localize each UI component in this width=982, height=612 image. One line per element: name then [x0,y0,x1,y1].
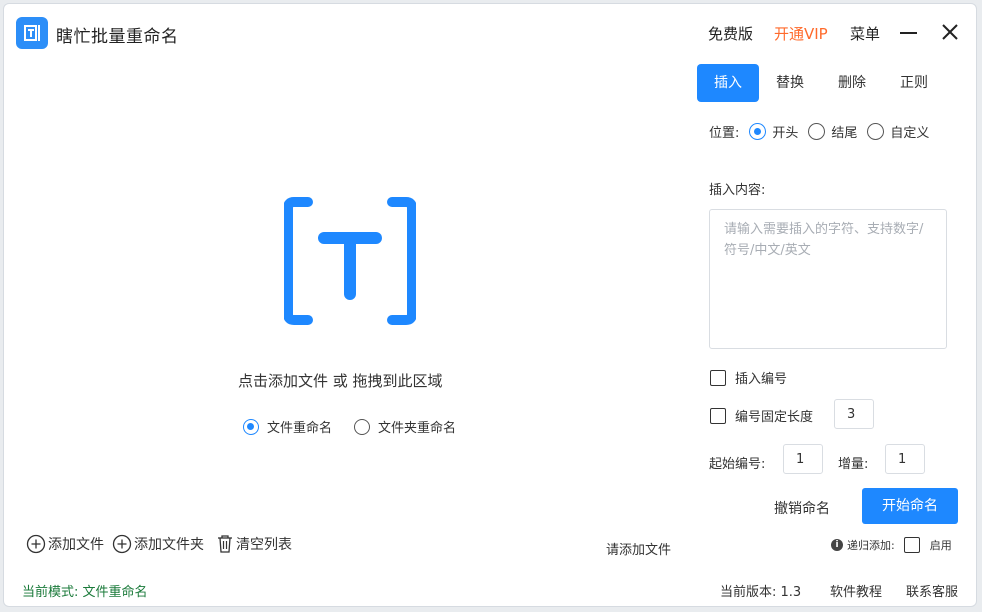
drop-hint[interactable]: 点击添加文件 或 拖拽到此区域 [238,370,443,391]
position-custom-radio[interactable]: 自定义 [867,122,929,141]
radio-unselected-icon [354,418,370,435]
radio-unselected-icon [808,123,826,140]
tab-delete[interactable]: 删除 [821,64,883,102]
minimize-button[interactable] [898,22,920,44]
trash-icon [218,535,232,553]
recursive-add-row: i 递归添加: 启用 [831,537,952,553]
tab-insert[interactable]: 插入 [697,64,759,102]
recursive-add-label: 递归添加: [847,539,895,552]
clear-list-label: 清空列表 [236,537,292,553]
position-end-radio[interactable]: 结尾 [808,122,857,141]
tab-regex[interactable]: 正则 [883,64,945,102]
radio-selected-icon [749,123,767,140]
close-button[interactable] [938,20,962,44]
undo-rename-button[interactable]: 撤销命名 [774,498,830,518]
menu-button[interactable]: 菜单 [850,23,880,44]
status-text: 请添加文件 [606,543,672,558]
radio-unselected-icon [867,123,885,140]
position-start-label: 开头 [772,126,799,141]
recursive-enable-checkbox[interactable] [903,537,920,553]
mode-folder-label: 文件夹重命名 [378,421,457,436]
mode-folder-radio[interactable]: 文件夹重命名 [354,417,456,436]
app-logo-icon [16,17,48,49]
add-folder-label: 添加文件夹 [134,537,204,553]
fixed-length-input[interactable] [834,399,874,429]
radio-selected-icon [243,418,259,435]
mode-file-label: 文件重命名 [267,421,333,436]
tutorial-link[interactable]: 软件教程 [830,581,882,600]
increment-label: 增量: [838,457,869,472]
rename-drop-icon[interactable] [283,194,417,332]
open-vip-link[interactable]: 开通VIP [774,23,828,44]
plus-circle-icon [112,534,132,554]
position-row: 位置: 开头 结尾 自定义 [709,122,929,141]
tab-replace[interactable]: 替换 [759,64,821,102]
add-file-button[interactable]: 添加文件 [26,534,104,554]
position-end-label: 结尾 [831,126,858,141]
position-label: 位置: [709,126,740,141]
position-start-radio[interactable]: 开头 [749,122,798,141]
app-window: 瞎忙批量重命名 免费版 开通VIP 菜单 点击添加文件 或 拖拽到此区域 文件重… [3,3,977,607]
add-file-label: 添加文件 [48,537,104,553]
support-link[interactable]: 联系客服 [906,581,958,600]
checkbox-icon [710,407,726,424]
close-icon [942,24,958,40]
position-custom-label: 自定义 [890,126,930,141]
plus-circle-icon [26,534,46,554]
app-title: 瞎忙批量重命名 [56,27,179,47]
operation-tabs: 插入 替换 删除 正则 [697,64,945,102]
fixed-length-label: 编号固定长度 [735,410,814,425]
start-number-input[interactable] [783,444,823,474]
clear-list-button[interactable]: 清空列表 [216,534,292,554]
mode-file-radio[interactable]: 文件重命名 [243,417,332,436]
checkbox-icon [710,369,726,386]
info-icon: i [831,539,843,551]
insert-seq-checkbox[interactable]: 插入编号 [710,368,787,387]
start-number-label: 起始编号: [709,457,766,472]
insert-content-input[interactable] [709,209,947,349]
increment-input[interactable] [885,444,925,474]
add-folder-button[interactable]: 添加文件夹 [112,534,204,554]
fixed-length-checkbox[interactable]: 编号固定长度 [710,406,813,425]
free-version-link[interactable]: 免费版 [708,23,753,44]
insert-seq-label: 插入编号 [735,372,788,387]
version-text: 当前版本: 1.3 [720,585,802,600]
start-rename-button[interactable]: 开始命名 [862,488,958,524]
current-mode-status: 当前模式: 文件重命名 [22,585,148,600]
insert-content-label: 插入内容: [709,183,766,198]
recursive-enable-label: 启用 [929,539,952,552]
